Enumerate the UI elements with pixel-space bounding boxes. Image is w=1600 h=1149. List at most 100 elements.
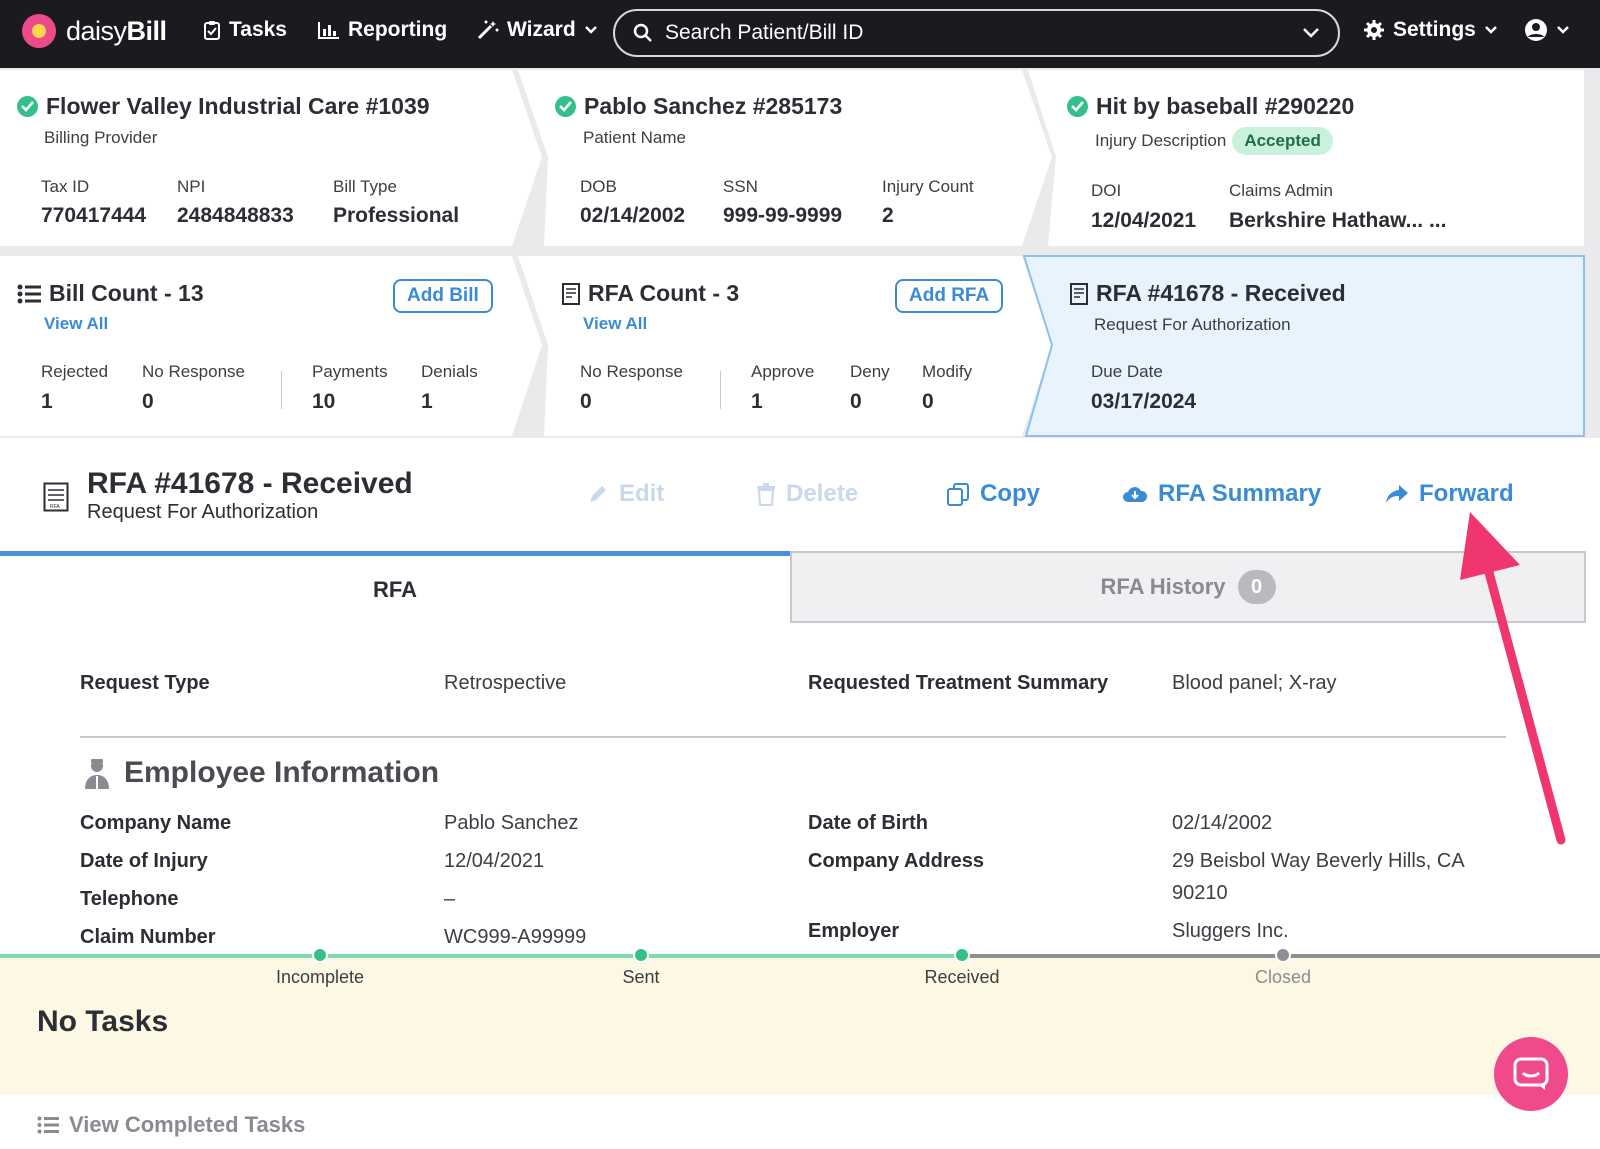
dob-label: DOB bbox=[580, 177, 617, 196]
forward-label: Forward bbox=[1419, 480, 1514, 507]
due-date-value: 03/17/2024 bbox=[1091, 390, 1197, 413]
step-label: Incomplete bbox=[275, 967, 365, 987]
rfa-summary-label: RFA Summary bbox=[1158, 480, 1322, 507]
search-input[interactable] bbox=[665, 21, 1290, 45]
copy-label: Copy bbox=[980, 480, 1040, 507]
provider-subtitle: Billing Provider bbox=[44, 128, 158, 147]
bill-type-value: Professional bbox=[333, 204, 460, 227]
add-rfa-button[interactable]: Add RFA bbox=[895, 279, 1004, 313]
trash-icon bbox=[757, 483, 775, 506]
rfa-no-response-label: No Response bbox=[580, 362, 684, 381]
modify-label: Modify bbox=[922, 362, 973, 381]
employee-icon bbox=[85, 759, 109, 789]
step-label: Received bbox=[924, 967, 1000, 987]
clipboard-check-icon bbox=[204, 21, 220, 40]
nav-settings[interactable]: Settings bbox=[1363, 18, 1498, 42]
current-rfa-subtitle: Request For Authorization bbox=[1094, 315, 1291, 334]
rejected-label: Rejected bbox=[41, 362, 109, 381]
tab-rfa-label: RFA bbox=[373, 576, 417, 602]
progress-fill bbox=[0, 954, 962, 958]
nav-reporting[interactable]: Reporting bbox=[318, 18, 447, 42]
ssn-label: SSN bbox=[723, 177, 758, 196]
company-name-label: Company Name bbox=[80, 812, 232, 834]
page-title: RFA #41678 - Received bbox=[87, 467, 413, 500]
pencil-icon bbox=[590, 486, 606, 502]
modify-value: 0 bbox=[922, 390, 934, 413]
injury-subtitle: Injury Description bbox=[1095, 131, 1227, 150]
provider-title[interactable]: Flower Valley Industrial Care #1039 bbox=[17, 93, 430, 120]
document-icon bbox=[1070, 282, 1088, 305]
patient-subtitle: Patient Name bbox=[583, 128, 686, 147]
view-completed-tasks-label: View Completed Tasks bbox=[69, 1112, 306, 1137]
dob-value: 02/14/2002 bbox=[580, 204, 686, 227]
chevron-down-icon[interactable] bbox=[1302, 27, 1320, 39]
logo-text-bold: Bill bbox=[126, 15, 168, 46]
current-rfa-title-text: RFA #41678 - Received bbox=[1096, 280, 1346, 306]
bill-count-text: Bill Count - 13 bbox=[49, 280, 204, 306]
chevron-down-icon bbox=[584, 26, 597, 34]
chat-launcher-button[interactable] bbox=[1494, 1037, 1568, 1111]
telephone-value: – bbox=[444, 888, 456, 910]
check-circle-icon bbox=[17, 96, 38, 117]
tab-history-label: RFA History bbox=[1100, 574, 1226, 599]
nav-tasks[interactable]: Tasks bbox=[203, 18, 287, 42]
treatment-summary-value: Blood panel; X-ray bbox=[1172, 672, 1337, 694]
no-tasks-text: No Tasks bbox=[37, 1005, 169, 1038]
bill-no-response-label: No Response bbox=[142, 362, 246, 381]
delete-button[interactable]: Delete bbox=[756, 480, 858, 508]
forward-button[interactable]: Forward bbox=[1385, 480, 1514, 508]
telephone-label: Telephone bbox=[80, 888, 179, 910]
deny-value: 0 bbox=[850, 390, 862, 413]
date-of-injury-value: 12/04/2021 bbox=[444, 850, 545, 872]
due-date-label: Due Date bbox=[1091, 362, 1163, 381]
doi-label: DOI bbox=[1091, 181, 1122, 200]
copy-button[interactable]: Copy bbox=[946, 480, 1040, 508]
check-circle-icon bbox=[555, 96, 576, 117]
employee-info-heading: Employee Information bbox=[124, 756, 440, 789]
cloud-download-icon bbox=[1123, 487, 1148, 502]
tab-rfa-history[interactable]: RFA History 0 bbox=[790, 551, 1586, 623]
top-nav: daisyBill Tasks Reporting Wizard Setting… bbox=[0, 0, 1600, 68]
injury-count-label: Injury Count bbox=[882, 177, 974, 196]
request-type-value: Retrospective bbox=[444, 672, 567, 694]
deny-label: Deny bbox=[850, 362, 890, 381]
divider bbox=[281, 371, 282, 409]
divider bbox=[720, 371, 721, 409]
rfa-summary-button[interactable]: RFA Summary bbox=[1122, 480, 1321, 508]
user-menu[interactable] bbox=[1524, 18, 1570, 42]
approve-label: Approve bbox=[751, 362, 815, 381]
edit-button[interactable]: Edit bbox=[587, 480, 664, 508]
view-all-rfas-link[interactable]: View All bbox=[583, 314, 647, 334]
rfa-count-title: RFA Count - 3 bbox=[562, 280, 739, 307]
daisybill-logo[interactable]: daisyBill bbox=[22, 14, 167, 48]
user-avatar-icon bbox=[1525, 19, 1547, 41]
view-completed-tasks-link[interactable]: View Completed Tasks bbox=[37, 1112, 305, 1138]
nav-reporting-label: Reporting bbox=[348, 18, 448, 41]
request-type-label: Request Type bbox=[80, 672, 210, 694]
view-all-bills-link[interactable]: View All bbox=[44, 314, 108, 334]
tab-rfa[interactable]: RFA bbox=[0, 551, 790, 623]
company-address-line2: 90210 bbox=[1172, 882, 1228, 904]
rejected-value: 1 bbox=[41, 390, 53, 413]
add-bill-button[interactable]: Add Bill bbox=[393, 279, 493, 313]
page-subtitle: Request For Authorization bbox=[87, 501, 319, 523]
injury-title-text: Hit by baseball #290220 bbox=[1096, 93, 1355, 119]
bar-chart-icon bbox=[318, 22, 339, 39]
npi-value: 2484848833 bbox=[177, 204, 294, 227]
patient-title[interactable]: Pablo Sanchez #285173 bbox=[555, 93, 842, 120]
search-icon bbox=[633, 23, 652, 42]
step-label: Sent bbox=[622, 967, 660, 987]
tax-id-label: Tax ID bbox=[41, 177, 90, 196]
rfa-count-text: RFA Count - 3 bbox=[588, 280, 740, 306]
company-address-label: Company Address bbox=[808, 850, 984, 872]
chevron-down-icon bbox=[1557, 26, 1569, 34]
tax-id-value: 770417444 bbox=[41, 204, 147, 227]
nav-wizard[interactable]: Wizard bbox=[477, 18, 598, 42]
step-dot bbox=[954, 947, 970, 963]
injury-title[interactable]: Hit by baseball #290220 bbox=[1067, 93, 1354, 120]
search-bar[interactable] bbox=[613, 9, 1340, 57]
treatment-summary-label: Requested Treatment Summary bbox=[808, 672, 1109, 694]
magic-wand-icon bbox=[477, 20, 499, 40]
company-address-line1: 29 Beisbol Way Beverly Hills, CA bbox=[1172, 850, 1465, 872]
section-divider bbox=[80, 736, 1506, 738]
